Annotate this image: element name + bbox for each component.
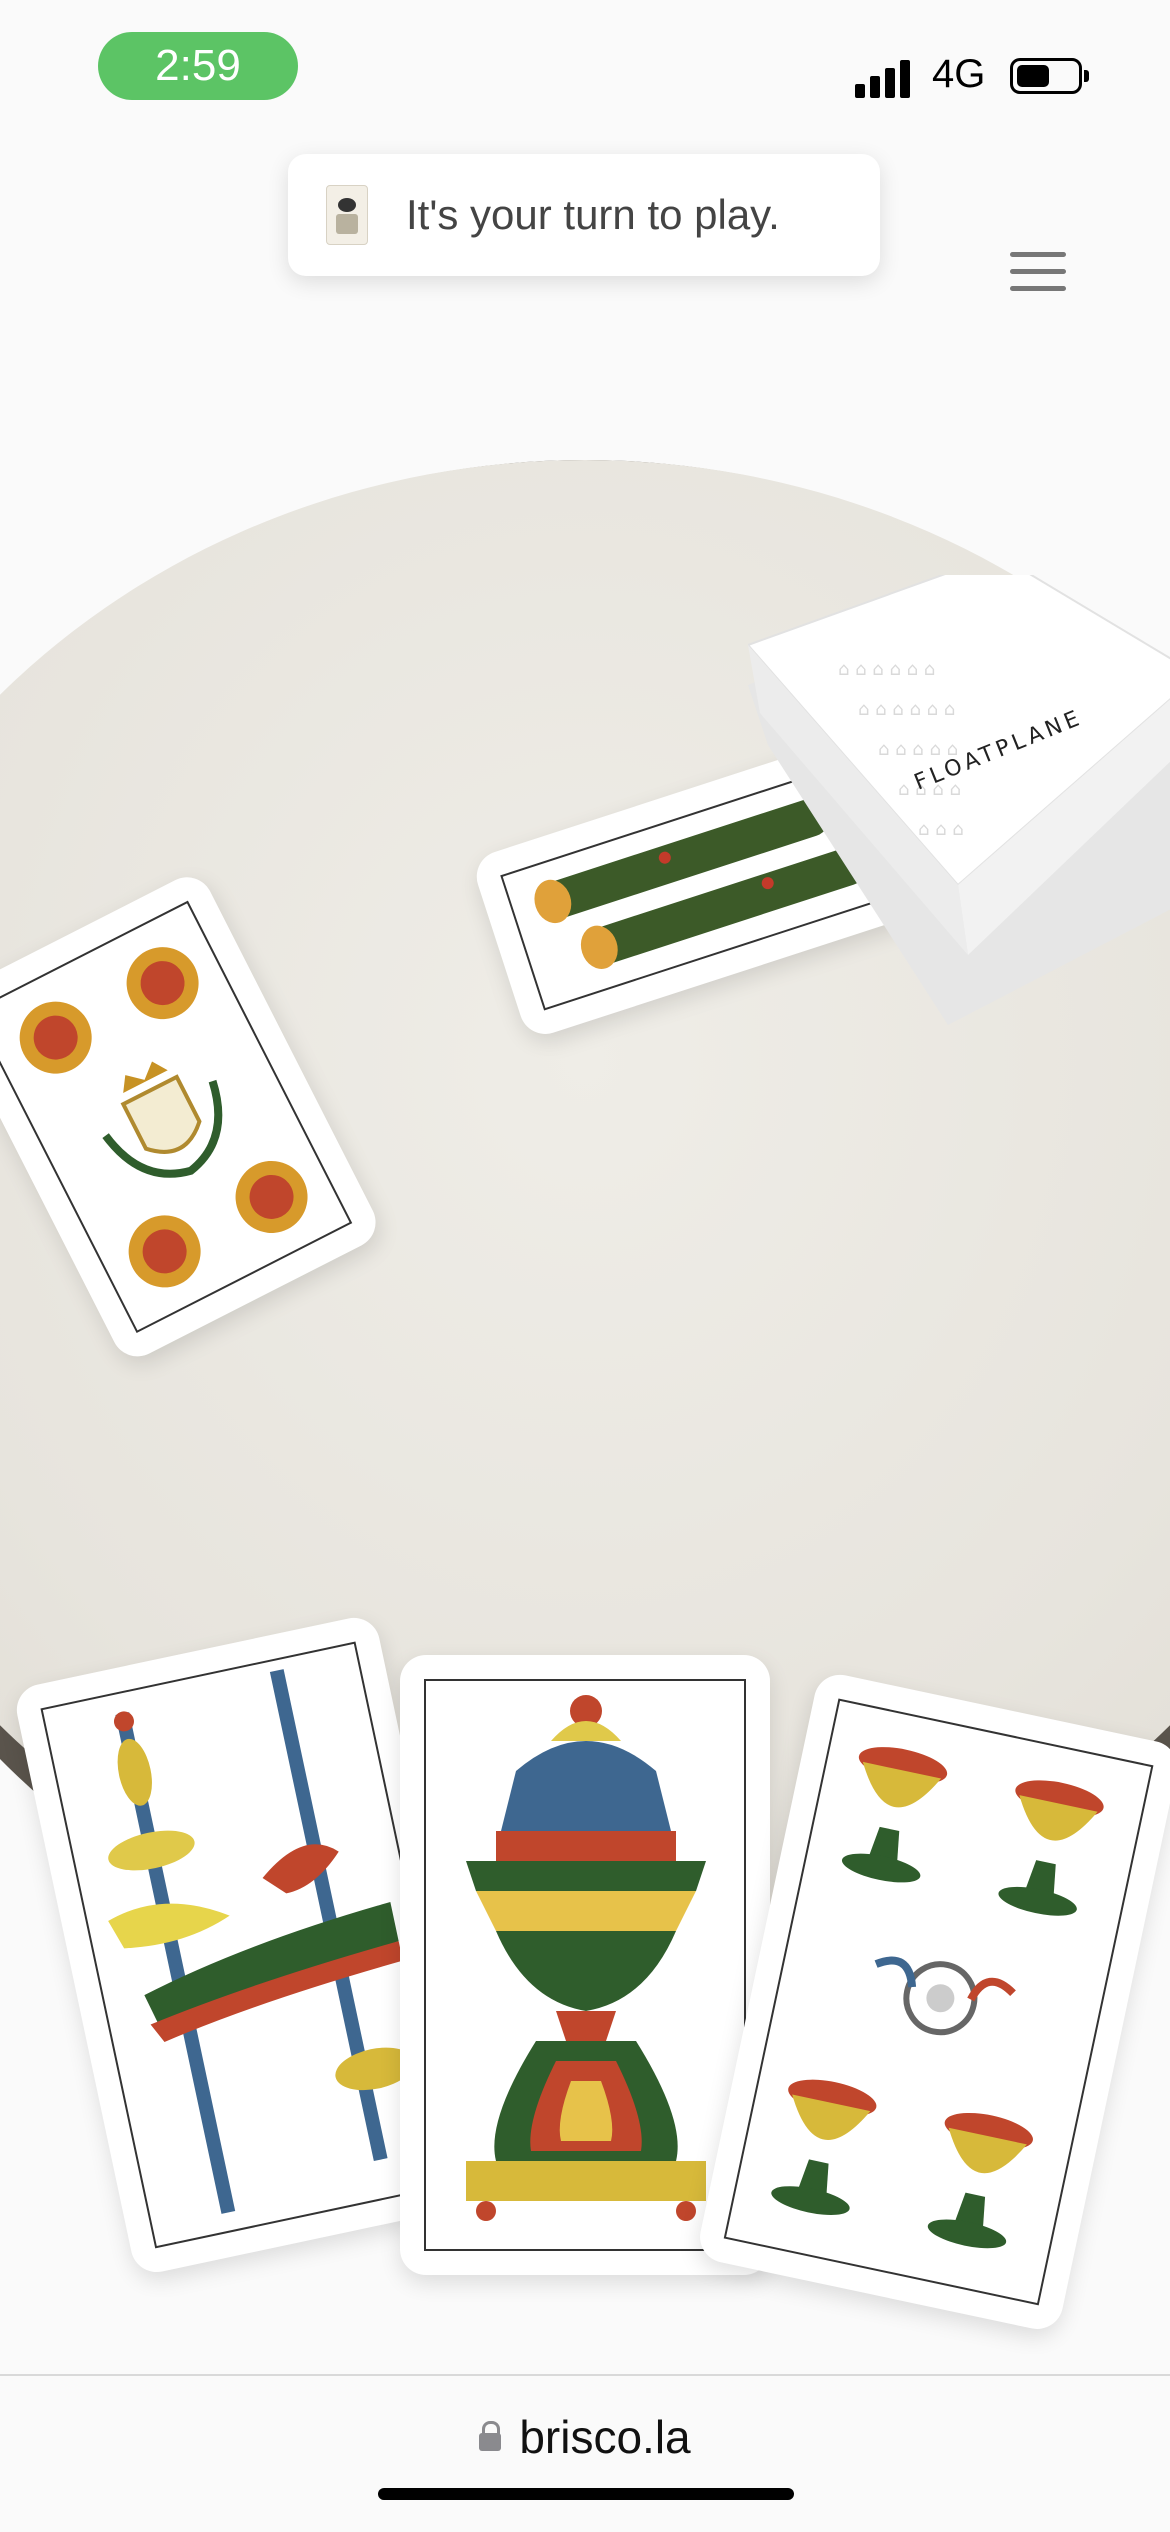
turn-notification: It's your turn to play. xyxy=(288,154,880,276)
url-text: brisco.la xyxy=(519,2411,691,2463)
network-type: 4G xyxy=(932,52,986,96)
battery-icon xyxy=(1010,58,1082,94)
battery-nub xyxy=(1084,70,1089,82)
svg-text:⌂ ⌂ ⌂: ⌂ ⌂ ⌂ xyxy=(918,819,964,840)
game-screen: 2:59 4G It's your turn to play. ⌂ ⌂ ⌂ ⌂ … xyxy=(0,0,1170,2532)
deck-art: ⌂ ⌂ ⌂ ⌂ ⌂ ⌂ ⌂ ⌂ ⌂ ⌂ ⌂ ⌂ ⌂ ⌂ ⌂ ⌂ ⌂ ⌂ ⌂ ⌂ … xyxy=(746,553,1170,1025)
turn-notification-text: It's your turn to play. xyxy=(406,191,780,238)
status-time-text: 2:59 xyxy=(155,41,241,90)
svg-text:⌂ ⌂ ⌂ ⌂ ⌂: ⌂ ⌂ ⌂ ⌂ ⌂ xyxy=(878,739,958,760)
cellular-signal-icon xyxy=(855,58,915,98)
home-indicator[interactable] xyxy=(378,2488,794,2500)
cup-art xyxy=(466,1695,706,2221)
battery-level xyxy=(1017,65,1049,87)
svg-text:⌂ ⌂ ⌂ ⌂ ⌂ ⌂: ⌂ ⌂ ⌂ ⌂ ⌂ ⌂ xyxy=(858,699,955,720)
svg-text:⌂ ⌂ ⌂ ⌂ ⌂ ⌂: ⌂ ⌂ ⌂ ⌂ ⌂ ⌂ xyxy=(838,659,935,680)
url-display[interactable]: brisco.la xyxy=(0,2410,1170,2464)
lock-icon xyxy=(479,2421,502,2451)
jester-card-icon xyxy=(326,185,368,245)
status-time: 2:59 xyxy=(98,32,298,100)
card-deck[interactable]: ⌂ ⌂ ⌂ ⌂ ⌂ ⌂ ⌂ ⌂ ⌂ ⌂ ⌂ ⌂ ⌂ ⌂ ⌂ ⌂ ⌂ ⌂ ⌂ ⌂ … xyxy=(746,553,1170,1025)
card-frame xyxy=(424,1679,746,2251)
hamburger-menu-icon[interactable] xyxy=(1010,252,1066,292)
